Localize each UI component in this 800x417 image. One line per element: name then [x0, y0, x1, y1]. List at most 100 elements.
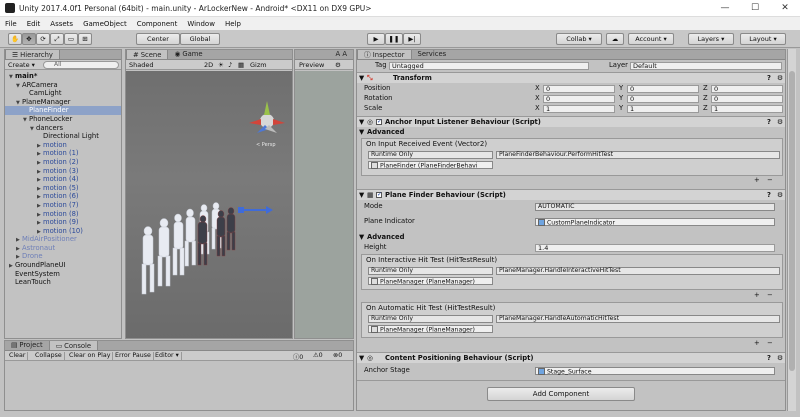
pivot-center-button[interactable]: Center — [136, 33, 180, 45]
settings-gear-icon[interactable]: ⚙ — [777, 117, 783, 127]
mode-2d-toggle[interactable]: 2D — [204, 61, 213, 69]
transform-z-input[interactable]: 1 — [711, 105, 783, 113]
hierarchy-item[interactable]: ▼ ARCamera — [5, 81, 121, 90]
preview-button[interactable]: Preview — [299, 61, 324, 69]
transform-tool-icon[interactable]: ⊞ — [78, 33, 92, 45]
hierarchy-item[interactable]: ▶ GroundPlaneUI — [5, 261, 121, 270]
runtime-dropdown[interactable]: Runtime Only — [368, 151, 493, 159]
create-dropdown[interactable]: Create ▾ — [8, 61, 35, 69]
interactive-object-field[interactable]: PlaneManager (PlaneManager) — [368, 277, 493, 285]
foldout-arrow-icon[interactable]: ▼ — [359, 353, 364, 363]
remove-listener-icon[interactable]: − — [767, 339, 773, 348]
transform-y-input[interactable]: 0 — [627, 95, 699, 103]
collab-button[interactable]: Collab ▾ — [556, 33, 602, 45]
transform-header[interactable]: ▼ ⤡ Transform ? ⚙ — [357, 72, 785, 83]
height-input[interactable]: 1.4 — [535, 244, 775, 252]
hierarchy-item[interactable]: LeanTouch — [5, 278, 121, 287]
menu-file[interactable]: File — [0, 20, 22, 28]
tab-scene[interactable]: # Scene — [126, 50, 169, 59]
tab-project[interactable]: ▤ Project — [5, 341, 49, 350]
hierarchy-item[interactable]: ▶ motion (1) — [5, 149, 121, 158]
hierarchy-item[interactable]: EventSystem — [5, 270, 121, 279]
layout-button[interactable]: Layout ▾ — [740, 33, 786, 45]
layers-button[interactable]: Layers ▾ — [688, 33, 734, 45]
layer-dropdown[interactable]: Default — [630, 62, 782, 70]
move-tool-icon[interactable]: ✥ — [22, 33, 36, 45]
interactive-runtime-dropdown[interactable]: Runtime Only — [368, 267, 493, 275]
clear-on-play-button[interactable]: Clear on Play — [67, 352, 114, 360]
foldout-arrow-icon[interactable]: ▼ — [359, 117, 364, 127]
scale-tool-icon[interactable]: ⤢ — [50, 33, 64, 45]
editor-dropdown[interactable]: Editor ▾ — [153, 352, 182, 360]
transform-x-input[interactable]: 0 — [543, 85, 615, 93]
menu-edit[interactable]: Edit — [22, 20, 46, 28]
transform-x-input[interactable]: 0 — [543, 95, 615, 103]
add-component-button[interactable]: Add Component — [487, 387, 635, 401]
anchor-listener-header[interactable]: ▼ ◎ Anchor Input Listener Behaviour (Scr… — [357, 116, 785, 127]
hierarchy-item[interactable]: ▶ motion (8) — [5, 210, 121, 219]
lighting-toggle-icon[interactable]: ☀ — [218, 61, 224, 69]
hierarchy-item[interactable]: ▼ PhoneLocker — [5, 115, 121, 124]
hierarchy-item[interactable]: ▶ motion (10) — [5, 227, 121, 236]
hierarchy-item[interactable]: ▶ motion (3) — [5, 167, 121, 176]
gear-icon[interactable]: ⚙ — [335, 61, 341, 69]
settings-gear-icon[interactable]: ⚙ — [777, 190, 783, 200]
hierarchy-search-input[interactable]: All — [43, 61, 119, 69]
anchor-listener-enabled-checkbox[interactable] — [376, 117, 382, 127]
hand-tool-icon[interactable]: ✋ — [8, 33, 22, 45]
hierarchy-item[interactable]: ▶ MidAirPositioner — [5, 235, 121, 244]
scrollbar-thumb[interactable] — [789, 71, 795, 371]
interactive-function-dropdown[interactable]: PlaneManager.HandleInteractiveHitTest — [496, 267, 780, 275]
font-size-toggle[interactable]: A A — [330, 50, 353, 59]
help-icon[interactable]: ? — [767, 190, 771, 200]
effects-toggle-icon[interactable]: ▦ — [238, 61, 244, 69]
collapse-button[interactable]: Collapse — [33, 352, 65, 360]
hierarchy-item[interactable]: Directional Light — [5, 132, 121, 141]
pivot-global-button[interactable]: Global — [180, 33, 220, 45]
rect-tool-icon[interactable]: ▭ — [64, 33, 78, 45]
maximize-icon[interactable]: ☐ — [740, 0, 770, 17]
tab-inspector[interactable]: ⓘ Inspector — [357, 50, 412, 59]
anchor-advanced-foldout[interactable]: ▼ Advanced — [357, 128, 785, 137]
automatic-function-dropdown[interactable]: PlaneManager.HandleAutomaticHitTest — [496, 315, 780, 323]
transform-z-input[interactable]: 0 — [711, 85, 783, 93]
tab-services[interactable]: Services — [412, 50, 453, 59]
plane-finder-enabled-checkbox[interactable] — [376, 190, 382, 200]
error-pause-button[interactable]: Error Pause — [113, 352, 154, 360]
hierarchy-item[interactable]: ▶ motion (4) — [5, 175, 121, 184]
hierarchy-item[interactable]: ▶ motion — [5, 141, 121, 150]
hierarchy-item[interactable]: ▶ motion (9) — [5, 218, 121, 227]
menu-assets[interactable]: Assets — [45, 20, 78, 28]
tag-dropdown[interactable]: Untagged — [389, 62, 589, 70]
hierarchy-item[interactable]: ▶ Astronaut — [5, 244, 121, 253]
gizmos-dropdown[interactable]: Gizm — [250, 61, 267, 69]
transform-y-input[interactable]: 1 — [627, 105, 699, 113]
hierarchy-item[interactable]: PlaneFinder — [5, 106, 121, 115]
foldout-arrow-icon[interactable]: ▼ — [359, 73, 364, 83]
help-icon[interactable]: ? — [767, 73, 771, 83]
error-count-badge[interactable]: ⊗0 — [333, 352, 342, 359]
hierarchy-item[interactable]: ▶ motion (2) — [5, 158, 121, 167]
object-field[interactable]: PlaneFinder (PlaneFinderBehavi — [368, 161, 493, 169]
hierarchy-item[interactable]: ▶ motion (5) — [5, 184, 121, 193]
play-icon[interactable]: ▶ — [367, 33, 385, 45]
transform-x-input[interactable]: 1 — [543, 105, 615, 113]
step-icon[interactable]: ▶| — [403, 33, 421, 45]
settings-gear-icon[interactable]: ⚙ — [777, 353, 783, 363]
minimize-icon[interactable]: — — [710, 0, 740, 17]
scene-viewport[interactable]: < Persp — [126, 71, 292, 338]
cloud-icon[interactable]: ☁ — [606, 33, 624, 45]
tab-console[interactable]: ▭ Console — [48, 341, 99, 350]
shading-dropdown[interactable]: Shaded — [129, 61, 153, 69]
plane-advanced-foldout[interactable]: ▼ Advanced — [357, 233, 785, 242]
menu-help[interactable]: Help — [220, 20, 246, 28]
remove-listener-icon[interactable]: − — [767, 176, 773, 185]
hierarchy-item[interactable]: ▼ dancers — [5, 124, 121, 133]
tab-hierarchy[interactable]: ☰ Hierarchy — [5, 50, 60, 59]
account-button[interactable]: Account ▾ — [628, 33, 674, 45]
plane-indicator-field[interactable]: CustomPlaneIndicator — [535, 218, 775, 226]
content-positioning-header[interactable]: ▼ ◎ Content Positioning Behaviour (Scrip… — [357, 352, 785, 363]
help-icon[interactable]: ? — [767, 117, 771, 127]
tab-game[interactable]: ◉ Game — [168, 50, 208, 59]
close-icon[interactable]: ✕ — [770, 0, 800, 17]
